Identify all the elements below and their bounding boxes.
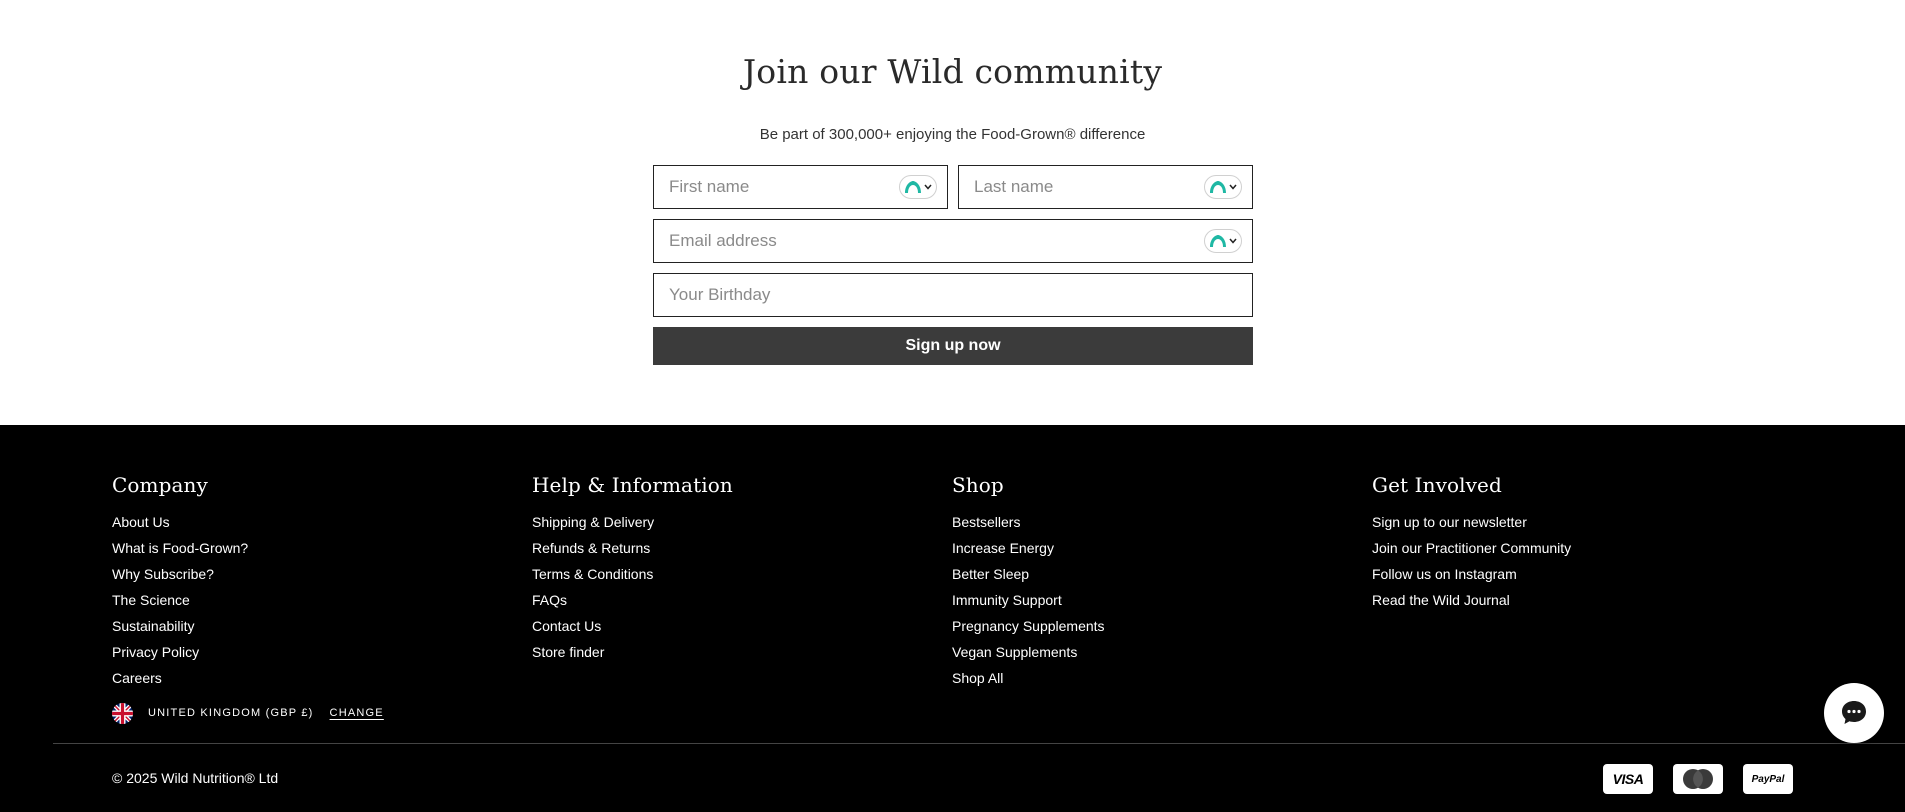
footer-link[interactable]: Join our Practitioner Community xyxy=(1372,540,1571,556)
footer-column-heading: Shop xyxy=(952,473,1004,497)
last-name-field[interactable] xyxy=(958,165,1253,209)
password-manager-icon[interactable] xyxy=(899,175,937,199)
footer-link[interactable]: Contact Us xyxy=(532,618,601,634)
locale-selector: UNITED KINGDOM (GBP £) CHANGE xyxy=(112,702,384,724)
footer-link[interactable]: Shop All xyxy=(952,670,1003,686)
footer-link[interactable]: Why Subscribe? xyxy=(112,566,214,582)
footer-link[interactable]: Privacy Policy xyxy=(112,644,199,660)
newsletter-signup-section: Join our Wild community Be part of 300,0… xyxy=(0,0,1905,425)
footer-column-heading: Company xyxy=(112,473,208,497)
footer-link[interactable]: Better Sleep xyxy=(952,566,1029,582)
footer-link[interactable]: The Science xyxy=(112,592,190,608)
site-footer: Company About Us What is Food-Grown? Why… xyxy=(0,425,1905,812)
signup-subtitle: Be part of 300,000+ enjoying the Food-Gr… xyxy=(759,126,1146,143)
footer-link[interactable]: Bestsellers xyxy=(952,514,1020,530)
footer-link[interactable]: Vegan Supplements xyxy=(952,644,1077,660)
chevron-down-icon xyxy=(1229,184,1237,190)
mastercard-icon xyxy=(1673,764,1723,794)
footer-column-heading: Help & Information xyxy=(532,473,733,497)
footer-link[interactable]: Increase Energy xyxy=(952,540,1054,556)
change-locale-link[interactable]: CHANGE xyxy=(330,707,384,719)
birthday-field[interactable] xyxy=(653,273,1253,317)
footer-link[interactable]: Terms & Conditions xyxy=(532,566,653,582)
footer-column-heading: Get Involved xyxy=(1372,473,1502,497)
locale-country: UNITED KINGDOM (GBP £) xyxy=(148,707,314,719)
birthday-input[interactable] xyxy=(654,274,1252,316)
copyright-text: © 2025 Wild Nutrition® Ltd xyxy=(112,770,279,786)
footer-link[interactable]: What is Food-Grown? xyxy=(112,540,248,556)
footer-link[interactable]: Refunds & Returns xyxy=(532,540,650,556)
chevron-down-icon xyxy=(924,184,932,190)
footer-link[interactable]: Pregnancy Supplements xyxy=(952,618,1105,634)
footer-link[interactable]: Store finder xyxy=(532,644,604,660)
footer-link[interactable]: About Us xyxy=(112,514,170,530)
visa-icon: VISA xyxy=(1603,764,1653,794)
email-field[interactable] xyxy=(653,219,1253,263)
footer-link[interactable]: Shipping & Delivery xyxy=(532,514,654,530)
footer-column-get-involved: Get Involved Sign up to our newsletter J… xyxy=(1372,473,1571,613)
footer-link[interactable]: Read the Wild Journal xyxy=(1372,592,1510,608)
footer-column-help: Help & Information Shipping & Delivery R… xyxy=(532,473,733,665)
footer-link[interactable]: Sign up to our newsletter xyxy=(1372,514,1527,530)
email-input[interactable] xyxy=(654,220,1252,262)
footer-link[interactable]: Sustainability xyxy=(112,618,195,634)
uk-flag-icon xyxy=(112,702,133,724)
chevron-down-icon xyxy=(1229,238,1237,244)
footer-divider xyxy=(53,743,1905,744)
footer-column-shop: Shop Bestsellers Increase Energy Better … xyxy=(952,473,1105,691)
footer-link[interactable]: FAQs xyxy=(532,592,567,608)
first-name-field[interactable] xyxy=(653,165,948,209)
password-manager-icon[interactable] xyxy=(1204,229,1242,253)
footer-column-company: Company About Us What is Food-Grown? Why… xyxy=(112,473,248,691)
footer-link[interactable]: Immunity Support xyxy=(952,592,1062,608)
chat-bubble-icon[interactable] xyxy=(1824,683,1884,743)
password-manager-icon[interactable] xyxy=(1204,175,1242,199)
sign-up-button[interactable]: Sign up now xyxy=(653,327,1253,365)
footer-link[interactable]: Careers xyxy=(112,670,162,686)
footer-link[interactable]: Follow us on Instagram xyxy=(1372,566,1517,582)
signup-title: Join our Wild community xyxy=(742,52,1163,91)
paypal-icon: PayPal xyxy=(1743,764,1793,794)
